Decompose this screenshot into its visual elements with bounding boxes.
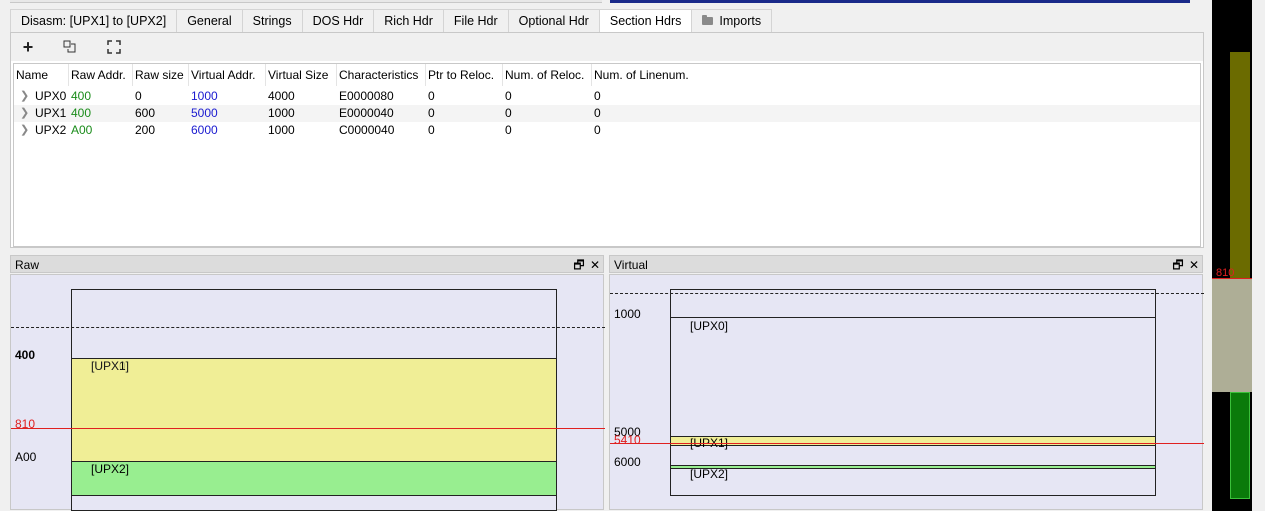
cell-characteristics: C0000040 <box>339 123 395 137</box>
cell-num-reloc: 0 <box>505 106 512 120</box>
tab-bar: Disasm: [UPX1] to [UPX2] General Strings… <box>10 9 773 33</box>
cell-num-linenum: 0 <box>594 123 601 137</box>
folder-icon <box>702 15 714 25</box>
virtual-panel-title: Virtual <box>609 255 1203 273</box>
cell-virtual-size: 1000 <box>268 106 295 120</box>
raw-panel: Raw 🗗 ✕ [UPX1] [UPX0] [UPX2] 400 810 A00 <box>10 255 605 511</box>
cell-virtual-size: 1000 <box>268 123 295 137</box>
copy-icon[interactable] <box>59 36 81 58</box>
raw-header-divider <box>11 327 605 328</box>
cell-ptr-reloc: 0 <box>428 89 435 103</box>
cell-raw-addr: 400 <box>71 89 92 103</box>
section-table: Name Raw Addr. Raw size Virtual Addr. Vi… <box>13 63 1201 247</box>
cell-characteristics: E0000040 <box>339 106 394 120</box>
raw-addr-810: 810 <box>15 417 36 431</box>
top-strip-left <box>10 0 602 3</box>
plus-icon[interactable]: + <box>17 36 39 58</box>
table-row[interactable]: ❯ UPX0 400 0 1000 4000 E0000080 0 0 0 <box>14 88 1200 105</box>
raw-cursor-line <box>11 428 605 429</box>
overview-marker: 810 <box>1216 267 1235 279</box>
chevron-right-icon[interactable]: ❯ <box>20 122 29 139</box>
top-strip-right <box>610 0 1190 3</box>
chevron-right-icon[interactable]: ❯ <box>20 88 29 105</box>
col-ptr-reloc[interactable]: Ptr to Reloc. <box>426 64 503 86</box>
cell-name: UPX0 <box>35 89 67 103</box>
virtual-label-upx0: [UPX0] <box>690 319 729 333</box>
cell-num-linenum: 0 <box>594 106 601 120</box>
tab-imports[interactable]: Imports <box>691 9 773 32</box>
virtual-panel: Virtual 🗗 ✕ [UPX0] [UPX1] [UPX2] 1000 50… <box>609 255 1204 510</box>
virtual-header-divider <box>610 293 1204 294</box>
col-raw-size[interactable]: Raw size <box>133 64 189 86</box>
raw-label-upx0: [UPX0] <box>91 359 130 373</box>
virtual-addr-5410: 5410 <box>614 433 641 447</box>
cell-raw-addr: 400 <box>71 106 92 120</box>
chevron-right-icon[interactable]: ❯ <box>20 105 29 122</box>
close-icon[interactable]: ✕ <box>1187 256 1201 274</box>
cell-raw-addr: A00 <box>71 123 93 137</box>
virtual-addr-6000: 6000 <box>614 455 641 469</box>
tab-disasm[interactable]: Disasm: [UPX1] to [UPX2] <box>10 9 178 32</box>
col-name[interactable]: Name <box>14 64 69 86</box>
virtual-section-upx1[interactable] <box>670 436 1156 446</box>
tab-dos-hdr[interactable]: DOS Hdr <box>301 9 375 32</box>
raw-addr-a00: A00 <box>15 450 37 464</box>
cell-name: UPX2 <box>35 123 67 137</box>
tab-file-hdr[interactable]: File Hdr <box>442 9 509 32</box>
virtual-section-upx2[interactable] <box>670 465 1156 469</box>
float-icon[interactable]: 🗗 <box>572 256 586 274</box>
cell-raw-size: 600 <box>135 106 156 120</box>
tab-optional-hdr[interactable]: Optional Hdr <box>507 9 600 32</box>
cell-virtual-addr: 6000 <box>191 123 218 137</box>
cell-num-linenum: 0 <box>594 89 601 103</box>
table-row[interactable]: ❯ UPX1 400 600 5000 1000 E0000040 0 0 0 <box>14 105 1200 122</box>
raw-label-upx2: [UPX2] <box>91 462 130 476</box>
table-header: Name Raw Addr. Raw size Virtual Addr. Vi… <box>14 64 1200 86</box>
virtual-section-upx0[interactable] <box>670 317 1156 437</box>
cell-num-reloc: 0 <box>505 123 512 137</box>
col-num-reloc[interactable]: Num. of Reloc. <box>503 64 592 86</box>
cell-virtual-addr: 1000 <box>191 89 218 103</box>
raw-panel-title: Raw <box>10 255 604 273</box>
float-icon[interactable]: 🗗 <box>1171 256 1185 274</box>
tab-strings[interactable]: Strings <box>241 9 303 32</box>
fit-icon[interactable] <box>103 36 125 58</box>
raw-section-upx2[interactable] <box>71 461 557 496</box>
col-virtual-size[interactable]: Virtual Size <box>266 64 337 86</box>
cell-ptr-reloc: 0 <box>428 123 435 137</box>
close-icon[interactable]: ✕ <box>588 256 602 274</box>
virtual-canvas[interactable]: [UPX0] [UPX1] [UPX2] 1000 5000 5410 6000 <box>609 274 1204 510</box>
col-characteristics[interactable]: Characteristics <box>337 64 426 86</box>
cell-num-reloc: 0 <box>505 89 512 103</box>
section-headers-panel: + Name Raw Addr. Raw size Virtual Addr. … <box>10 32 1204 248</box>
overview-segment-upx2 <box>1230 392 1250 499</box>
tab-imports-label: Imports <box>719 14 762 28</box>
tab-section-hdrs[interactable]: Section Hdrs <box>598 9 693 33</box>
cell-virtual-addr: 5000 <box>191 106 218 120</box>
cell-characteristics: E0000080 <box>339 89 394 103</box>
cell-raw-size: 200 <box>135 123 156 137</box>
tab-general[interactable]: General <box>176 9 243 32</box>
virtual-label-upx2: [UPX2] <box>690 467 729 481</box>
virtual-cursor-line <box>610 443 1204 444</box>
cell-name: UPX1 <box>35 106 67 120</box>
virtual-panel-title-text: Virtual <box>614 258 648 272</box>
col-num-linenum[interactable]: Num. of Linenum. <box>592 64 702 86</box>
table-row[interactable]: ❯ UPX2 A00 200 6000 1000 C0000040 0 0 0 <box>14 122 1200 139</box>
toolbar: + <box>11 33 1203 61</box>
col-raw-addr[interactable]: Raw Addr. <box>69 64 133 86</box>
raw-addr-400: 400 <box>15 348 36 362</box>
raw-section-upx1[interactable] <box>71 358 557 462</box>
file-overview-bar[interactable]: 810 <box>1212 0 1252 511</box>
col-virtual-addr[interactable]: Virtual Addr. <box>189 64 266 86</box>
tab-rich-hdr[interactable]: Rich Hdr <box>373 9 444 32</box>
cell-raw-size: 0 <box>135 89 142 103</box>
raw-panel-title-text: Raw <box>15 258 40 272</box>
raw-canvas[interactable]: [UPX1] [UPX0] [UPX2] 400 810 A00 <box>10 274 605 511</box>
overview-segment-upx1 <box>1230 52 1250 278</box>
overview-viewport[interactable] <box>1212 278 1252 392</box>
cell-ptr-reloc: 0 <box>428 106 435 120</box>
cell-virtual-size: 4000 <box>268 89 295 103</box>
virtual-addr-1000: 1000 <box>614 307 641 321</box>
